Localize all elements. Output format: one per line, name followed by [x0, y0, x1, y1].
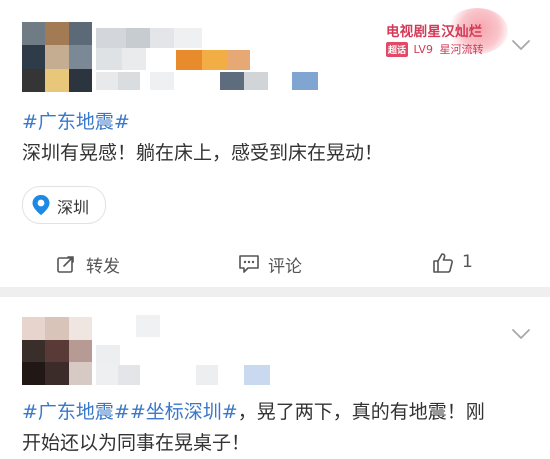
post-actions: 转发 评论 1 [0, 240, 550, 286]
comment-icon [239, 255, 259, 273]
super-topic-badge[interactable]: 电视剧星汉灿烂 超话 LV9 星河流转 [386, 8, 514, 58]
repost-label: 转发 [86, 257, 120, 277]
username-censored[interactable] [96, 315, 296, 365]
location-pin-icon [32, 195, 50, 215]
badge-name: 星河流转 [439, 43, 484, 56]
badge-level: LV9 [413, 42, 433, 56]
like-count: 1 [462, 252, 473, 272]
hashtag-link[interactable]: #坐标深圳# [130, 401, 238, 423]
comment-label: 评论 [268, 257, 302, 277]
post-text: ，晃了两下，真的有地震！刚 [237, 401, 485, 423]
hashtag-link[interactable]: #广东地震# [22, 401, 130, 423]
badge-tag: 超话 [386, 41, 409, 57]
username-mosaic[interactable] [96, 48, 296, 70]
repost-icon [57, 256, 74, 273]
weibo-post-card: 电视剧星汉灿烂 超话 LV9 星河流转 #广东地震# 深圳有晃感！躺在床上，感受… [0, 0, 550, 287]
location-tag[interactable]: 深圳 [22, 186, 106, 224]
avatar[interactable] [22, 317, 92, 385]
badge-info-row: 超话 LV9 星河流转 [386, 41, 483, 57]
post-meta-censored [96, 72, 336, 90]
weibo-post-card: #广东地震##坐标深圳#，晃了两下，真的有地震！刚 开始还以为同事在晃桌子！ [0, 297, 550, 459]
like-button[interactable]: 1 [432, 240, 492, 286]
comment-button[interactable]: 评论 [238, 240, 328, 286]
badge-title: 电视剧星汉灿烂 [386, 24, 483, 40]
thumbs-up-icon [433, 253, 453, 273]
chevron-down-icon[interactable] [511, 38, 531, 52]
chevron-down-icon[interactable] [511, 327, 531, 341]
hashtag-link[interactable]: #广东地震# [22, 111, 130, 133]
avatar[interactable] [22, 22, 92, 92]
post-body: #广东地震# 深圳有晃感！躺在床上，感受到床在晃动！ [22, 107, 383, 169]
repost-button[interactable]: 转发 [56, 240, 146, 286]
post-text: 深圳有晃感！躺在床上，感受到床在晃动！ [22, 142, 384, 164]
post-meta-censored [96, 365, 296, 385]
post-text: 开始还以为同事在晃桌子！ [22, 432, 251, 454]
location-label: 深圳 [57, 198, 90, 217]
post-body: #广东地震##坐标深圳#，晃了两下，真的有地震！刚 开始还以为同事在晃桌子！ [22, 397, 485, 459]
username-censored[interactable] [96, 28, 266, 48]
